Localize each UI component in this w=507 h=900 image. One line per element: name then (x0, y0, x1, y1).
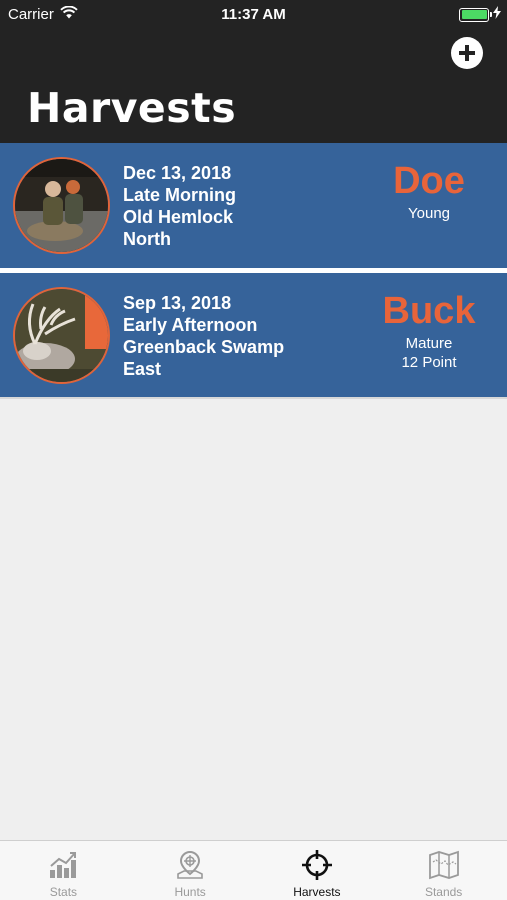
harvest-time-of-day: Early Afternoon (123, 315, 258, 335)
stats-icon (46, 848, 80, 882)
hunts-icon (173, 848, 207, 882)
harvest-time-of-day: Late Morning (123, 185, 236, 205)
harvest-photo (13, 287, 110, 384)
tab-label: Harvests (293, 885, 341, 899)
harvest-points: 12 Point (401, 354, 457, 371)
harvest-wind: East (123, 359, 162, 379)
tab-label: Stands (424, 885, 463, 899)
status-time: 11:37 AM (221, 6, 286, 23)
tab-bar: Stats Hunts Harvests Stands (0, 840, 507, 900)
tab-label: Stats (49, 885, 78, 899)
status-bar: Carrier 11:37 AM (0, 0, 507, 28)
harvest-date: Sep 13, 2018 (123, 293, 232, 313)
harvest-info: Dec 13, 2018 Late Morning Old Hemlock No… (123, 162, 236, 250)
nav-header: Carrier 11:37 AM Harvests (0, 0, 507, 143)
tab-stats[interactable]: Stats (0, 841, 127, 900)
map-icon (427, 848, 461, 882)
harvest-age: Young (408, 205, 450, 222)
harvest-stand: Old Hemlock (123, 207, 234, 227)
crosshair-icon (300, 848, 334, 882)
charging-icon (493, 6, 501, 23)
harvest-type: Buck (382, 290, 476, 332)
tab-label: Hunts (174, 885, 206, 899)
harvest-age: Mature (405, 335, 453, 352)
add-harvest-button[interactable] (451, 37, 483, 69)
harvest-info: Sep 13, 2018 Early Afternoon Greenback S… (123, 292, 284, 380)
plus-icon (459, 45, 475, 61)
battery-icon (459, 7, 492, 22)
status-right (459, 6, 501, 23)
tab-harvests[interactable]: Harvests (254, 841, 381, 900)
harvest-type: Doe (393, 160, 465, 202)
harvest-card[interactable]: Sep 13, 2018 Early Afternoon Greenback S… (0, 273, 507, 398)
page-title: Harvests (27, 84, 237, 132)
list-end-divider (0, 397, 507, 399)
harvest-wind: North (123, 229, 171, 249)
harvest-card[interactable]: Dec 13, 2018 Late Morning Old Hemlock No… (0, 143, 507, 268)
harvest-stand: Greenback Swamp (123, 337, 285, 357)
harvest-date: Dec 13, 2018 (123, 163, 232, 183)
tab-stands[interactable]: Stands (380, 841, 507, 900)
harvest-photo (13, 157, 110, 254)
tab-hunts[interactable]: Hunts (127, 841, 254, 900)
